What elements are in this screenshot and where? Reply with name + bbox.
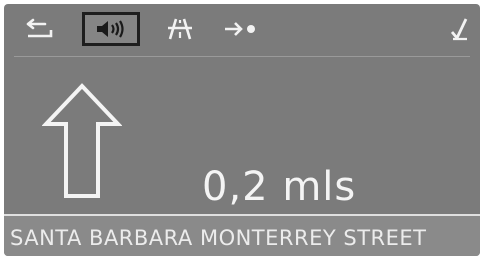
straight-arrow-icon	[42, 83, 122, 198]
toolbar	[4, 4, 480, 54]
route-guidance-icon	[225, 22, 255, 36]
checkmark-icon	[450, 18, 468, 41]
confirm-button[interactable]	[444, 12, 474, 46]
street-bar: SANTA BARBARA MONTERREY STREET	[4, 214, 480, 256]
toolbar-divider	[14, 56, 470, 57]
back-icon	[26, 18, 53, 38]
highway-button[interactable]	[160, 12, 200, 46]
street-name: SANTA BARBARA MONTERREY STREET	[10, 226, 427, 250]
navigation-screen: 0,2 mls SANTA BARBARA MONTERREY STREET	[4, 4, 480, 256]
speaker-button[interactable]	[82, 12, 140, 46]
highway-icon	[168, 18, 192, 40]
route-guidance-button[interactable]	[218, 12, 264, 46]
back-button[interactable]	[20, 12, 60, 46]
distance-to-turn: 0,2 mls	[202, 164, 357, 210]
speaker-icon	[97, 20, 124, 38]
